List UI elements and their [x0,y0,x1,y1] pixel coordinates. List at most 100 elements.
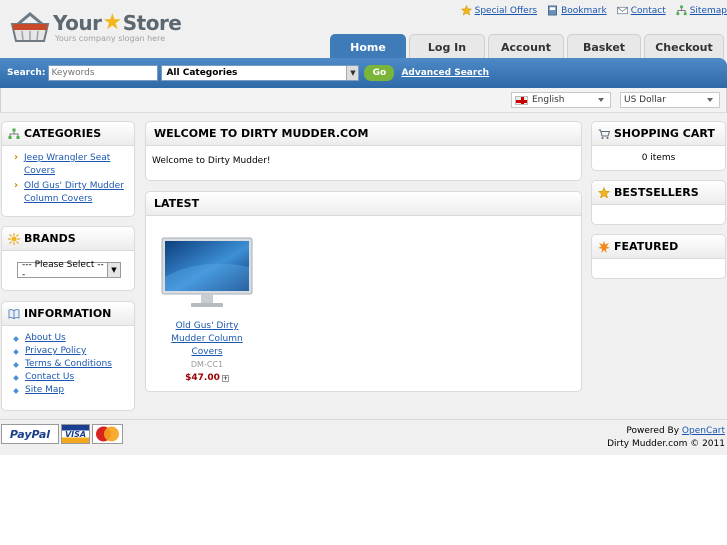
brands-header: BRANDS [2,227,134,251]
visa-logo: VISA [61,424,90,444]
powered-by-line: Powered By OpenCart [607,425,725,438]
currency-select[interactable]: US Dollar [620,92,720,108]
special-offers-link-text[interactable]: Special Offers [475,6,538,16]
product-price-row: $47.00 + [160,373,254,383]
categories-box: CATEGORIES Jeep Wrangler Seat Covers Old… [1,121,135,217]
chevron-down-icon: ▼ [346,66,359,80]
privacy-policy-link[interactable]: Privacy Policy [25,346,86,356]
information-header: INFORMATION [2,302,134,326]
featured-title: FEATURED [614,240,679,253]
star-icon [598,186,610,199]
bookmark-link-text[interactable]: Bookmark [561,6,607,16]
tab-home[interactable]: Home [330,34,406,59]
special-offers-link[interactable]: Special Offers [460,5,538,16]
shopping-cart-header: SHOPPING CART [592,122,725,146]
information-list: About Us Privacy Policy Terms & Conditio… [2,326,134,397]
site-map-link[interactable]: Site Map [25,385,64,395]
category-list: Jeep Wrangler Seat Covers Old Gus' Dirty… [2,146,134,206]
contact-link-text[interactable]: Contact [631,6,666,16]
list-item: Contact Us [12,371,134,384]
featured-box: FEATURED [591,234,726,279]
brands-box: BRANDS --- Please Select --- ▼ [1,226,135,291]
list-item: Old Gus' Dirty Mudder Column Covers [12,179,134,206]
chevron-down-icon: ▼ [107,263,120,277]
contact-us-link[interactable]: Contact Us [25,372,74,382]
welcome-text: Welcome to Dirty Mudder! [152,156,271,166]
mastercard-logo [92,424,123,444]
latest-header: LATEST [146,192,581,216]
brand-select-value: --- Please Select --- [22,260,104,280]
star-icon [460,5,472,16]
tab-log-in[interactable]: Log In [409,34,485,59]
sitemap-link[interactable]: Sitemap [676,5,727,16]
brand-select[interactable]: --- Please Select --- ▼ [17,260,121,280]
currency-select-value: US Dollar [624,95,666,105]
sitemap-link-text[interactable]: Sitemap [690,6,727,16]
category-link[interactable]: Old Gus' Dirty Mudder Column Covers [24,181,124,204]
latest-box: LATEST Old Gus' Dirty Mudder Column Cove… [145,191,582,392]
store-logo[interactable]: Your ★ Store Yours company slogan here [10,10,182,46]
footer: PayPal VISA Powered By OpenCart Dirty Mu… [0,419,727,455]
shopping-cart-title: SHOPPING CART [614,127,715,140]
visa-label: VISA [64,429,87,439]
welcome-box: WELCOME TO DIRTY MUDDER.COM Welcome to D… [145,121,582,181]
bookmark-icon [548,5,558,16]
product-name-link[interactable]: Old Gus' Dirty Mudder Column Covers [171,321,242,357]
sitemap-icon [8,128,20,139]
product-name[interactable]: Old Gus' Dirty Mudder Column Covers [160,320,254,359]
language-select[interactable]: English [511,92,611,108]
brands-title: BRANDS [24,232,76,245]
book-icon [8,308,20,319]
category-link[interactable]: Jeep Wrangler Seat Covers [24,153,110,176]
list-item: Site Map [12,384,134,397]
top-links: Special Offers Bookmark Contact Sitemap [460,5,727,16]
tab-basket[interactable]: Basket [567,34,641,59]
search-bar: Search: All Categories ▼ Go Advanced Sea… [0,58,727,88]
add-to-cart-icon[interactable]: + [221,374,229,382]
search-go-button[interactable]: Go [364,65,395,81]
tab-checkout[interactable]: Checkout [644,34,724,59]
categories-title: CATEGORIES [24,127,102,140]
basket-icon [10,12,50,42]
bestsellers-title: BESTSELLERS [614,186,699,199]
copyright-text: Dirty Mudder.com © 2011 [607,439,725,449]
bookmark-link[interactable]: Bookmark [547,5,607,16]
list-item: Terms & Conditions [12,358,134,371]
bestsellers-header: BESTSELLERS [592,181,725,205]
information-box: INFORMATION About Us Privacy Policy Term… [1,301,135,411]
logo-word-store: Store [122,10,182,35]
bestsellers-box: BESTSELLERS [591,180,726,225]
terms-link[interactable]: Terms & Conditions [25,359,112,369]
category-select[interactable]: All Categories ▼ [161,65,360,81]
product-card: Old Gus' Dirty Mudder Column Covers DM-C… [160,237,254,383]
chevron-down-icon [707,98,713,102]
sparkle-icon [8,232,20,245]
categories-header: CATEGORIES [2,122,134,146]
powered-by: Powered By OpenCart Dirty Mudder.com © 2… [607,425,725,451]
envelope-icon [616,6,628,15]
contact-link[interactable]: Contact [616,5,666,16]
burst-icon [598,240,610,253]
information-title: INFORMATION [24,307,112,320]
chevron-down-icon [598,98,604,102]
powered-by-text: Powered By [626,426,680,436]
mastercard-circles-icon [96,426,119,442]
tab-account[interactable]: Account [488,34,564,59]
cart-status: 0 items [641,153,676,163]
sitemap-icon [676,5,687,16]
product-image[interactable] [161,237,253,309]
list-item: About Us [12,332,134,345]
paypal-label: PayPal [9,427,51,441]
search-label: Search: [7,68,46,78]
uk-flag-icon [515,95,528,105]
about-us-link[interactable]: About Us [25,333,66,343]
store-slogan: Yours company slogan here [55,34,166,43]
logo-star-icon: ★ [102,10,123,35]
opencart-link[interactable]: OpenCart [682,426,725,436]
list-item: Privacy Policy [12,345,134,358]
search-input[interactable] [48,65,159,81]
advanced-search-link[interactable]: Advanced Search [401,68,489,78]
settings-bar: English US Dollar [0,88,727,113]
language-select-value: English [532,95,565,105]
welcome-header: WELCOME TO DIRTY MUDDER.COM [146,122,581,146]
